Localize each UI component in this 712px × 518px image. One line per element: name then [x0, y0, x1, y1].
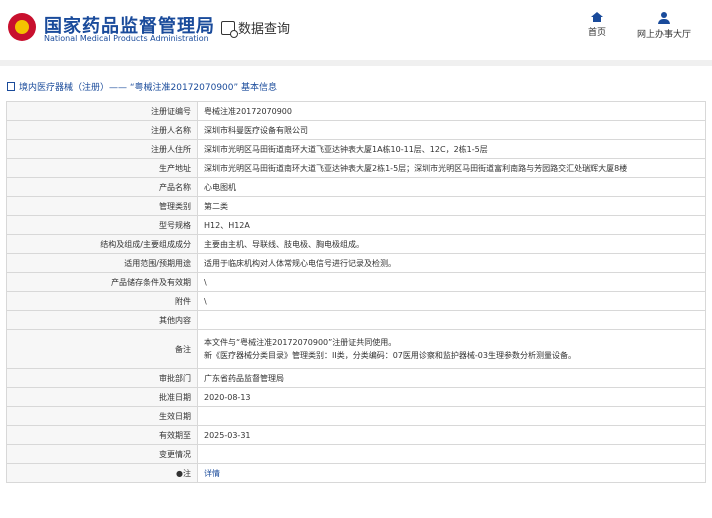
row-value: [197, 310, 706, 330]
row-value: 深圳市光明区马田街道南环大道飞亚达钟表大厦2栋1-5层；深圳市光明区马田街道富利…: [197, 158, 706, 178]
table-row: 注册证编号 粤械注准20172070900: [6, 101, 706, 121]
row-value: 主要由主机、导联线、肢电极、胸电极组成。: [197, 234, 706, 254]
table-row: 适用范围/预期用途 适用于临床机构对人体常规心电信号进行记录及检测。: [6, 253, 706, 273]
row-label: 变更情况: [6, 444, 198, 464]
row-value: \: [197, 272, 706, 292]
table-row: 有效期至 2025-03-31: [6, 425, 706, 445]
data-query-link[interactable]: 数据查询: [221, 18, 291, 38]
nav-online-service-label: 网上办事大厅: [637, 30, 692, 40]
table-row: 附件 \: [6, 291, 706, 311]
nav-home-label: 首页: [588, 28, 607, 38]
table-row: 注册人住所 深圳市光明区马田街道南环大道飞亚达钟表大厦1A栋10-11层、12C，…: [6, 139, 706, 159]
row-value: 粤械注准20172070900: [197, 101, 706, 121]
row-value: H12、H12A: [197, 215, 706, 235]
row-label: 其他内容: [6, 310, 198, 330]
table-row: 备注 本文件与“粤械注准20172070900”注册证共同使用。新《医疗器械分类目…: [6, 329, 706, 369]
row-value: 深圳市科曼医疗设备有限公司: [197, 120, 706, 140]
row-value: 2020-08-13: [197, 387, 706, 407]
user-icon: [661, 12, 667, 18]
table-row: 结构及组成/主要组成成分 主要由主机、导联线、肢电极、胸电极组成。: [6, 234, 706, 254]
table-row: ●注 详情: [6, 463, 706, 483]
remark-line: 本文件与“粤械注准20172070900”注册证共同使用。: [204, 338, 397, 347]
nav-online-service-hall[interactable]: 网上办事大厅: [637, 12, 691, 40]
row-label: 产品储存条件及有效期: [6, 272, 198, 292]
row-value: 深圳市光明区马田街道南环大道飞亚达钟表大厦1A栋10-11层、12C，2栋1-5…: [197, 139, 706, 159]
remark-line: 新《医疗器械分类目录》管理类别：II类，分类编码：07医用诊察和监护器械-03生…: [204, 351, 576, 360]
row-value: 广东省药品监督管理局: [197, 368, 706, 388]
table-row: 型号规格 H12、H12A: [6, 215, 706, 235]
org-name-en[interactable]: National Medical Products Administration: [44, 34, 209, 43]
table-row: 产品储存条件及有效期 \: [6, 272, 706, 292]
row-value: 2025-03-31: [197, 425, 706, 445]
data-query-label: 数据查询: [238, 22, 291, 37]
row-label: 备注: [6, 329, 198, 369]
row-label: 附件: [6, 291, 198, 311]
home-icon: [591, 12, 603, 17]
row-label: 结构及组成/主要组成成分: [6, 234, 198, 254]
detail-table: 注册证编号 粤械注准20172070900 注册人名称 深圳市科曼医疗设备有限公司 注册…: [6, 101, 706, 483]
row-label: 生效日期: [6, 406, 198, 426]
row-value: 详情: [197, 463, 706, 483]
row-label: 型号规格: [6, 215, 198, 235]
table-row: 注册人名称 深圳市科曼医疗设备有限公司: [6, 120, 706, 140]
row-value: 第二类: [197, 196, 706, 216]
row-value: 心电图机: [197, 177, 706, 197]
row-value: \: [197, 291, 706, 311]
breadcrumb: 境内医疗器械（注册）—— “粤械注准20172070900” 基本信息: [7, 80, 277, 93]
table-row: 审批部门 广东省药品监督管理局: [6, 368, 706, 388]
row-label: 有效期至: [6, 425, 198, 445]
row-label: 管理类别: [6, 196, 198, 216]
table-row: 生产地址 深圳市光明区马田街道南环大道飞亚达钟表大厦2栋1-5层；深圳市光明区马田…: [6, 158, 706, 178]
nav-home[interactable]: 首页: [588, 12, 606, 38]
search-document-icon: [221, 20, 238, 38]
table-row: 管理类别 第二类: [6, 196, 706, 216]
document-icon: [7, 82, 15, 91]
row-label: 审批部门: [6, 368, 198, 388]
row-value: 适用于临床机构对人体常规心电信号进行记录及检测。: [197, 253, 706, 273]
table-row: 产品名称 心电图机: [6, 177, 706, 197]
breadcrumb-text: 境内医疗器械（注册）—— “粤械注准20172070900” 基本信息: [19, 83, 278, 93]
row-value: [197, 406, 706, 426]
row-value: 本文件与“粤械注准20172070900”注册证共同使用。新《医疗器械分类目录》…: [197, 329, 706, 369]
row-value: [197, 444, 706, 464]
emblem-logo[interactable]: [8, 13, 36, 41]
row-label: 注册人名称: [6, 120, 198, 140]
row-label: 注册证编号: [6, 101, 198, 121]
row-label: 批准日期: [6, 387, 198, 407]
row-label: 注册人住所: [6, 139, 198, 159]
table-row: 其他内容: [6, 310, 706, 330]
table-row: 变更情况: [6, 444, 706, 464]
header-divider: [0, 60, 712, 66]
row-label: 适用范围/预期用途: [6, 253, 198, 273]
table-row: 批准日期 2020-08-13: [6, 387, 706, 407]
row-label: 生产地址: [6, 158, 198, 178]
row-label: 产品名称: [6, 177, 198, 197]
details-link[interactable]: 详情: [204, 469, 220, 478]
table-row: 生效日期: [6, 406, 706, 426]
site-header: 国家药品监督管理局 National Medical Products Admi…: [0, 0, 712, 58]
row-label: ●注: [6, 463, 198, 483]
